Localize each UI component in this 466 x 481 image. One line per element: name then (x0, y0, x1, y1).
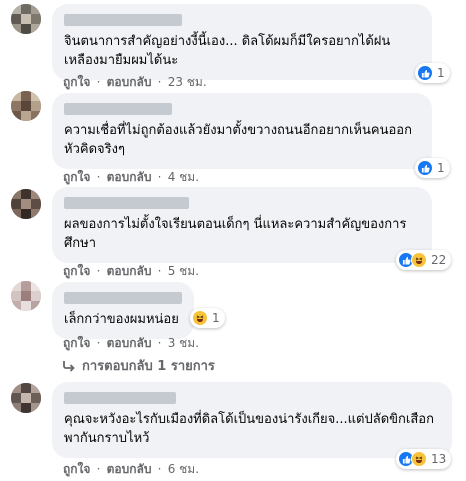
reaction-count: 1 (212, 311, 220, 325)
comment-actions: ถูกใจ · ตอบกลับ · 3 ชม. (63, 336, 200, 350)
author-name-blurred[interactable] (64, 392, 176, 404)
comment-bubble: เล็กกว่าของผมหน่อย (52, 282, 194, 339)
reaction-summary[interactable]: 22 (396, 250, 452, 270)
comment-text: คุณจะหวังอะไรกับเมืองที่ดิลโด้เป็นของน่า… (64, 412, 434, 446)
avatar[interactable] (11, 189, 41, 219)
reply-button[interactable]: ตอบกลับ (107, 170, 152, 184)
author-name-blurred[interactable] (64, 197, 189, 209)
comment-bubble: คุณจะหวังอะไรกับเมืองที่ดิลโด้เป็นของน่า… (52, 382, 452, 458)
reply-button[interactable]: ตอบกลับ (107, 462, 152, 476)
haha-reaction-icon (192, 310, 208, 326)
reaction-count: 22 (431, 253, 447, 267)
comment-text: เล็กกว่าของผมหน่อย (64, 312, 179, 327)
author-name-blurred[interactable] (64, 292, 182, 304)
comment-text: ความเชื่อที่ไม่ถูกต้องแล้วยังมาตั้งขวางถ… (64, 123, 412, 157)
comment-actions: ถูกใจ · ตอบกลับ · 23 ชม. (63, 75, 207, 89)
like-button[interactable]: ถูกใจ (63, 336, 90, 350)
comment-text: จินตนาการสำคัญอย่างงี้นี้เอง... ดิลโด้ผม… (64, 34, 391, 68)
comment-text: ผลของการไม่ตั้งใจเรียนตอนเด็กๆ นี่แหละคว… (64, 217, 407, 251)
reaction-count: 1 (437, 161, 445, 175)
comment-actions: ถูกใจ · ตอบกลับ · 4 ชม. (63, 170, 200, 184)
avatar[interactable] (11, 383, 41, 413)
reply-button[interactable]: ตอบกลับ (107, 336, 152, 350)
comment-actions: ถูกใจ · ตอบกลับ · 6 ชม. (63, 462, 200, 476)
reply-arrow-icon (63, 360, 75, 372)
like-button[interactable]: ถูกใจ (63, 264, 90, 278)
reply-button[interactable]: ตอบกลับ (107, 75, 152, 89)
reaction-summary[interactable]: 1 (415, 158, 450, 178)
reaction-summary[interactable]: 13 (396, 449, 452, 469)
avatar[interactable] (11, 91, 41, 121)
timestamp[interactable]: 3 ชม. (168, 336, 199, 350)
reply-button[interactable]: ตอบกลับ (107, 264, 152, 278)
haha-reaction-icon (411, 451, 427, 467)
comment-bubble: ผลของการไม่ตั้งใจเรียนตอนเด็กๆ นี่แหละคว… (52, 187, 432, 263)
like-reaction-icon (417, 160, 433, 176)
timestamp[interactable]: 23 ชม. (168, 75, 207, 89)
avatar[interactable] (11, 281, 41, 311)
comment-bubble: ความเชื่อที่ไม่ถูกต้องแล้วยังมาตั้งขวางถ… (52, 93, 432, 169)
timestamp[interactable]: 6 ชม. (168, 462, 199, 476)
view-replies-link[interactable]: การตอบกลับ 1 รายการ (62, 355, 215, 376)
comment-actions: ถูกใจ · ตอบกลับ · 5 ชม. (63, 264, 200, 278)
reaction-summary[interactable]: 1 (415, 63, 450, 83)
like-button[interactable]: ถูกใจ (63, 75, 90, 89)
view-replies-label: การตอบกลับ 1 รายการ (82, 359, 215, 374)
haha-reaction-icon (411, 252, 427, 268)
reaction-count: 13 (431, 452, 447, 466)
comment-bubble: จินตนาการสำคัญอย่างงี้นี้เอง... ดิลโด้ผม… (52, 4, 432, 80)
author-name-blurred[interactable] (64, 103, 172, 115)
avatar[interactable] (11, 4, 41, 34)
author-name-blurred[interactable] (64, 14, 182, 26)
timestamp[interactable]: 5 ชม. (168, 264, 199, 278)
timestamp[interactable]: 4 ชม. (168, 170, 199, 184)
like-reaction-icon (417, 65, 433, 81)
reaction-count: 1 (437, 66, 445, 80)
like-button[interactable]: ถูกใจ (63, 462, 90, 476)
reaction-summary[interactable]: 1 (190, 308, 225, 328)
like-button[interactable]: ถูกใจ (63, 170, 90, 184)
